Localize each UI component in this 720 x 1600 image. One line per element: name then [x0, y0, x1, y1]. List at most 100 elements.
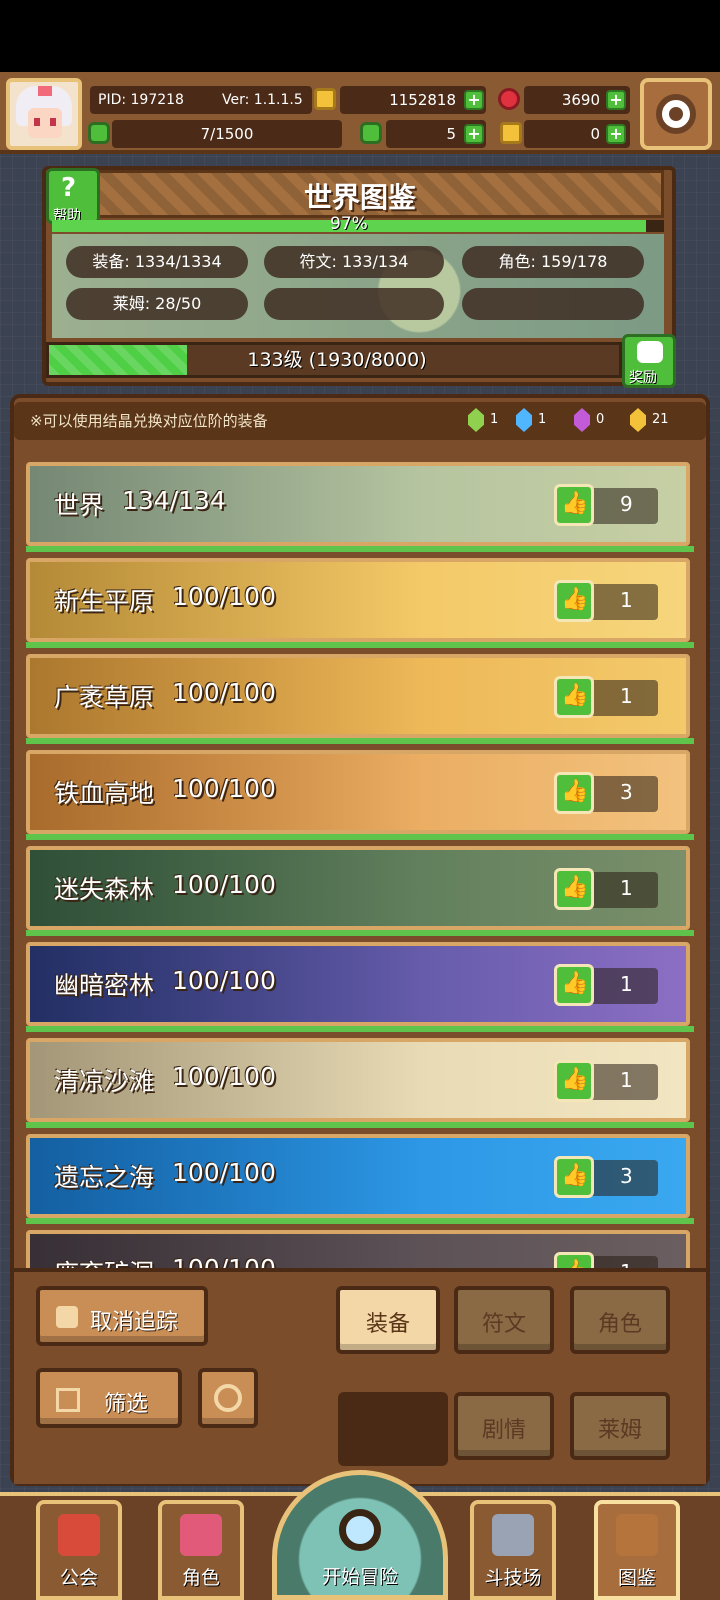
like-button[interactable] [554, 964, 594, 1006]
nav-character[interactable]: 角色 [158, 1500, 244, 1600]
region-name: 清凉沙滩 [54, 1067, 155, 1096]
refresh-button[interactable] [198, 1368, 258, 1428]
region-row[interactable]: 铁血高地 100/100 3 [26, 750, 690, 834]
region-progress: 100/100 [172, 870, 276, 899]
stat-equipment: 装备: 1334/1334 [66, 246, 248, 278]
version-text: Ver: 1.1.1.5 [222, 92, 303, 108]
player-avatar[interactable] [6, 78, 82, 150]
tab-equipment[interactable]: 装备 [336, 1286, 440, 1354]
filter-button[interactable]: 筛选 [36, 1368, 182, 1428]
tab-characters[interactable]: 角色 [570, 1286, 670, 1354]
like-button[interactable] [554, 676, 594, 718]
untrack-button[interactable]: 取消追踪 [36, 1286, 208, 1346]
like-count: 1 [620, 684, 633, 708]
like-button[interactable] [554, 1060, 594, 1102]
nav-character-label: 角色 [181, 1567, 220, 1589]
tab-runes[interactable]: 符文 [454, 1286, 554, 1354]
region-name: 新生平原 [54, 587, 155, 616]
region-complete-bar [26, 546, 694, 552]
nav-guild[interactable]: 公会 [36, 1500, 122, 1600]
region-complete-bar [26, 642, 694, 648]
region-complete-bar [26, 1218, 694, 1224]
book-icon [616, 1514, 658, 1556]
stamina-value: 7/1500 [200, 125, 254, 143]
untrack-label: 取消追踪 [90, 1310, 179, 1335]
region-name: 世界 [54, 491, 105, 520]
region-row[interactable]: 清凉沙滩 100/100 1 [26, 1038, 690, 1122]
nav-adventure-label: 开始冒险 [321, 1566, 398, 1588]
exchange-hint: ※可以使用结晶兑换对应位阶的装备 [30, 412, 268, 430]
gold-icon [314, 88, 336, 110]
add-gem-button[interactable]: + [606, 90, 626, 110]
like-button[interactable] [554, 580, 594, 622]
codex-level-bar: 133级 (1930/8000) [46, 342, 622, 378]
reward-button[interactable]: 奖励 [622, 334, 676, 388]
codex-level-text: 133级 (1930/8000) [247, 349, 427, 371]
region-row[interactable]: 遗忘之海 100/100 3 [26, 1134, 690, 1218]
key-amount: 0 [590, 125, 600, 143]
stat-runes: 符文: 133/134 [264, 246, 444, 278]
region-row[interactable]: 幽暗密林 100/100 1 [26, 942, 690, 1026]
green-crystal-count: 1 [490, 412, 499, 427]
like-button[interactable] [554, 1156, 594, 1198]
region-row[interactable]: 广袤草原 100/100 1 [26, 654, 690, 738]
like-count: 1 [620, 972, 633, 996]
id-version-pill: PID: 197218 Ver: 1.1.1.5 [90, 86, 312, 114]
key-icon [500, 122, 522, 144]
blue-crystal-count: 1 [538, 412, 547, 427]
region-row[interactable]: 世界 134/134 9 [26, 462, 690, 546]
like-button[interactable] [554, 772, 594, 814]
like-button[interactable] [554, 484, 594, 526]
region-list[interactable]: 世界 134/134 9 新生平原 100/100 1 广袤草原 100/100 1 铁血高地 10… [26, 462, 694, 1278]
tab-runes-label: 符文 [481, 1312, 526, 1337]
region-progress: 100/100 [172, 1062, 276, 1091]
gear-icon [656, 94, 696, 134]
avatar-bow [38, 86, 52, 96]
region-name: 遗忘之海 [54, 1163, 155, 1192]
like-count: 3 [620, 780, 633, 804]
app-root: PID: 197218 Ver: 1.1.1.5 1152818 + 3690 … [0, 0, 720, 1600]
player-id: PID: 197218 [98, 92, 184, 108]
empty-slot [338, 1392, 448, 1466]
like-count: 9 [620, 492, 633, 516]
stamina-pill: 7/1500 [112, 120, 342, 148]
settings-button[interactable] [640, 78, 712, 150]
help-button[interactable]: ? 帮助 [46, 168, 100, 224]
completion-percent: 97% [330, 214, 368, 234]
region-complete-bar [26, 834, 694, 840]
region-progress: 100/100 [172, 678, 276, 707]
region-name: 铁血高地 [54, 779, 155, 808]
purple-crystal-count: 0 [596, 412, 605, 427]
crossed-swords-icon [492, 1514, 534, 1556]
add-gold-button[interactable]: + [464, 90, 484, 110]
character-icon [180, 1514, 222, 1556]
region-row[interactable]: 迷失森林 100/100 1 [26, 846, 690, 930]
reward-label: 奖励 [629, 370, 657, 386]
clover-amount: 5 [446, 125, 456, 143]
tab-story[interactable]: 剧情 [454, 1392, 554, 1460]
question-icon: ? [61, 173, 77, 203]
ruby-icon [498, 88, 520, 110]
region-complete-bar [26, 1026, 694, 1032]
stat-slime: 莱姆: 28/50 [66, 288, 248, 320]
codex-title: 世界图鉴 [303, 181, 416, 214]
stat-empty [264, 288, 444, 320]
region-progress: 100/100 [172, 582, 276, 611]
tab-slime[interactable]: 莱姆 [570, 1392, 670, 1460]
region-progress: 100/100 [172, 1158, 276, 1187]
region-complete-bar [26, 1122, 694, 1128]
gem-amount: 3690 [561, 91, 600, 109]
nav-codex[interactable]: 图鉴 [594, 1500, 680, 1600]
add-key-button[interactable]: + [606, 124, 626, 144]
nav-guild-label: 公会 [59, 1567, 98, 1589]
reward-icon [637, 341, 663, 363]
region-progress: 100/100 [172, 966, 276, 995]
nav-arena-label: 斗技场 [484, 1567, 542, 1589]
like-count: 3 [620, 1164, 633, 1188]
add-clover-button[interactable]: + [464, 124, 484, 144]
region-name: 幽暗密林 [54, 971, 155, 1000]
like-button[interactable] [554, 868, 594, 910]
region-row[interactable]: 新生平原 100/100 1 [26, 558, 690, 642]
nav-arena[interactable]: 斗技场 [470, 1500, 556, 1600]
status-bar [0, 0, 720, 72]
